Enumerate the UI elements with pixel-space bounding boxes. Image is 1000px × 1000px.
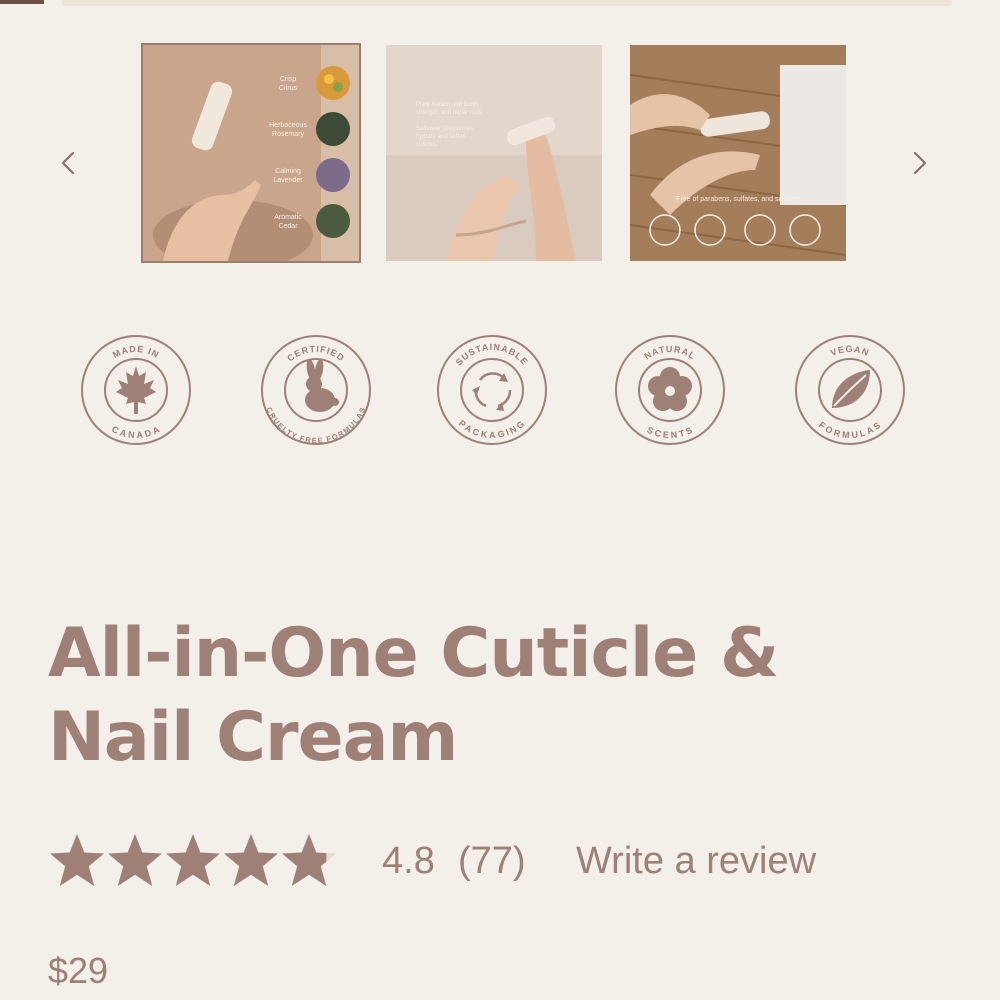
badge-top-text: MADE IN — [111, 344, 160, 360]
label-line: Rosemary — [272, 131, 304, 138]
caption-line: Plant Keratin and Biotin — [416, 102, 479, 108]
thumb-1-image — [143, 45, 359, 261]
label-line: Cedar — [278, 223, 298, 230]
product-title-line-1: All-in-One Cuticle & — [48, 614, 779, 693]
label-line: Aromatic — [274, 214, 302, 221]
carousel-thumb-1[interactable]: Crisp Citrus Herbaceous Rosemary Calming… — [141, 43, 361, 263]
image-carousel: Crisp Citrus Herbaceous Rosemary Calming… — [0, 40, 1000, 266]
recycle-icon — [472, 372, 512, 411]
badge-top-text: CERTIFIED — [285, 344, 345, 364]
label-line: Citrus — [278, 85, 298, 92]
carousel-thumb-2[interactable]: Plant Keratin and Biotin strength, and r… — [386, 45, 602, 261]
caption-line: Safflower Oleosomes — [416, 126, 473, 132]
star-rating[interactable] — [48, 832, 340, 890]
badge-sustainable-packaging: SUSTAINABLE PACKAGING — [432, 330, 552, 450]
maple-leaf-icon — [116, 366, 156, 414]
svg-text:CANADA: CANADA — [110, 424, 162, 440]
product-price: $29 — [48, 950, 109, 991]
svg-text:SCENTS: SCENTS — [645, 425, 694, 441]
feature-badges: MADE IN CANADA CERTIFIED CRUELTY FREE FO… — [0, 330, 1000, 455]
thumb-2-image — [386, 45, 602, 261]
badge-made-in-canada: MADE IN CANADA — [76, 330, 196, 450]
star-icon — [282, 834, 336, 886]
badge-top-text: SUSTAINABLE — [454, 342, 529, 367]
caption-line: strength, and repair nails. — [416, 110, 484, 116]
top-strip — [0, 0, 1000, 6]
bunny-icon — [305, 359, 339, 412]
svg-text:SUSTAINABLE: SUSTAINABLE — [454, 342, 530, 367]
svg-text:FORMULAS: FORMULAS — [817, 420, 883, 441]
thumb-3-image — [630, 45, 846, 261]
thumb-1-label-3: Calming Lavender — [265, 167, 311, 185]
badge-cruelty-free: CERTIFIED CRUELTY FREE FORMULAS — [256, 330, 376, 450]
badge-natural-scents: NATURAL SCENTS — [610, 330, 730, 450]
label-line: Herbaceous — [269, 122, 307, 129]
chevron-left-icon — [61, 151, 75, 175]
thumb-1-label-1: Crisp Citrus — [269, 75, 307, 93]
thumb-1-label-2: Herbaceous Rosemary — [263, 121, 313, 139]
badge-bottom-text: CRUELTY FREE FORMULAS — [264, 406, 367, 445]
rating-value: 4.8 — [382, 840, 435, 882]
badge-vegan-formulas: VEGAN FORMULAS — [790, 330, 910, 450]
badge-bottom-text: SCENTS — [645, 425, 693, 441]
top-strip-bar — [62, 0, 952, 6]
thumb-1-label-4: Aromatic Cedar — [265, 213, 311, 231]
badge-bottom-text: CANADA — [110, 424, 161, 440]
review-count[interactable]: (77) — [458, 840, 526, 883]
thumb-3-caption: Free of parabens, sulfates, and silicone… — [676, 196, 804, 203]
carousel-next-button[interactable] — [904, 148, 934, 178]
svg-text:VEGAN: VEGAN — [829, 344, 871, 358]
star-icon — [50, 834, 104, 886]
star-icon — [166, 834, 220, 886]
caption-line: hydrate and soften — [416, 134, 466, 140]
badge-top-text: VEGAN — [829, 344, 870, 358]
carousel-thumb-3[interactable]: Free of parabens, sulfates, and silicone… — [630, 45, 846, 261]
carousel-prev-button[interactable] — [54, 148, 84, 178]
badge-bottom-text: FORMULAS — [817, 420, 882, 441]
svg-text:MADE IN: MADE IN — [111, 344, 161, 360]
thumb-2-caption: Plant Keratin and Biotin strength, and r… — [416, 101, 496, 149]
svg-text:CRUELTY FREE FORMULAS: CRUELTY FREE FORMULAS — [264, 406, 367, 445]
label-line: Calming — [275, 168, 301, 175]
caption-line: cuticles. — [416, 142, 438, 148]
label-line: Crisp — [279, 76, 297, 83]
rating-row: 4.8 (77) Write a review — [48, 832, 948, 892]
leaf-icon — [832, 370, 870, 408]
flower-icon — [648, 367, 692, 411]
product-title: All-in-One Cuticle & Nail Cream — [48, 612, 948, 780]
write-review-link[interactable]: Write a review — [576, 840, 816, 883]
chevron-right-icon — [913, 151, 927, 175]
star-icon — [224, 834, 278, 886]
star-icon — [108, 834, 162, 886]
svg-text:CERTIFIED: CERTIFIED — [285, 344, 346, 364]
label-line: Lavender — [273, 177, 303, 184]
product-title-line-2: Nail Cream — [48, 698, 458, 777]
top-strip-tab — [0, 0, 44, 4]
